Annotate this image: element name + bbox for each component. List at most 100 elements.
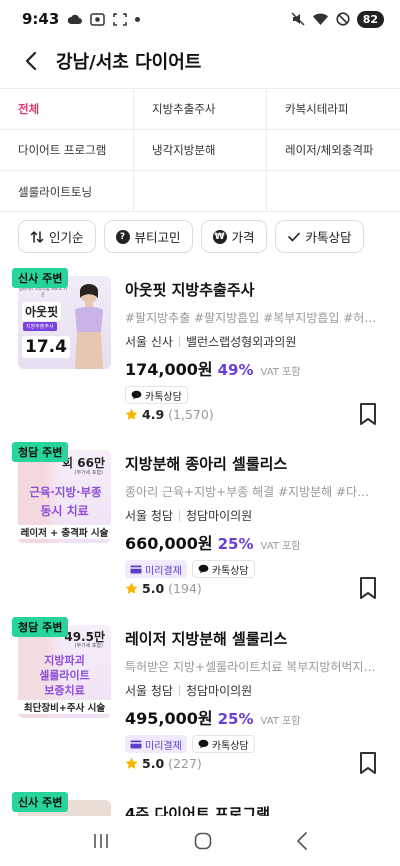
prepay-pill: 미리결제 (125, 735, 187, 753)
pill-row: 카톡상담 (125, 386, 385, 404)
location-badge: 신사 주변 (12, 792, 69, 812)
location-badge: 청담 주변 (12, 442, 69, 462)
kakao-pill-label: 카톡상담 (211, 740, 249, 752)
star-icon (125, 582, 138, 594)
vat-label: VAT 포함 (260, 541, 301, 552)
thumb-line2: 동시 치료 (40, 504, 89, 518)
screenshot-icon (90, 12, 106, 26)
area-label: 서울 신사 (125, 335, 173, 349)
kakao-pill-label: 카톡상담 (145, 391, 182, 403)
check-icon (287, 230, 301, 244)
card-icon (130, 565, 142, 573)
chat-bubble-icon (198, 564, 209, 574)
bookmark-icon[interactable] (358, 751, 378, 775)
mute-icon (291, 12, 305, 26)
category-laser-shockwave[interactable]: 레이저/체외충격파 (267, 130, 400, 171)
filter-bar: 인기순 ? 뷰티고민 ₩ 가격 카톡상담 (18, 220, 364, 253)
chat-bubble-icon (198, 739, 209, 749)
thumb-sub: 지방추출주사 (23, 322, 57, 331)
clinic-name: 밸런스랩성형외과의원 (185, 335, 297, 349)
prepay-pill-label: 미리결제 (145, 565, 182, 577)
category-diet-program[interactable]: 다이어트 프로그램 (0, 130, 134, 171)
product-thumbnail: 회 66만 (부가세 포함) 근육·지방·부종 동시 치료 레이저 + 충격파 … (18, 450, 111, 543)
vat-label: VAT 포함 (260, 367, 301, 378)
category-cryolipolysis[interactable]: 냉각지방분해 (134, 130, 267, 171)
divider (178, 510, 180, 521)
prepay-pill-label: 미리결제 (145, 740, 182, 752)
divider (178, 685, 180, 696)
price-row: 174,000원 49% VAT 포함 (125, 356, 385, 380)
product-name: 레이저 지방분해 셀룰리스 (125, 630, 288, 648)
category-carboxy[interactable]: 카복시테라피 (267, 89, 400, 130)
product-location: 서울 청담 청담마이의원 (125, 507, 385, 524)
prepay-pill: 미리결제 (125, 560, 187, 578)
bookmark-icon[interactable] (358, 402, 378, 426)
filter-price-label: 가격 (231, 230, 255, 245)
product-info: 4주 다이어트 프로그램 (125, 803, 385, 816)
price: 174,000원 (125, 360, 213, 379)
product-location: 서울 신사 밸런스랩성형외과의원 (125, 333, 385, 350)
category-fat-injection[interactable]: 지방추출주사 (134, 89, 267, 130)
filter-price-button[interactable]: ₩ 가격 (200, 220, 267, 253)
filter-kakao-label: 카톡상담 (305, 230, 352, 245)
rating-score: 4.9 (142, 407, 165, 422)
category-grid: 전체 지방추출주사 카복시테라피 다이어트 프로그램 냉각지방분해 레이저/체외… (0, 88, 400, 212)
thumb-price-sub: (부가세 포함) (74, 470, 104, 476)
rating-score: 5.0 (142, 756, 165, 771)
thumb-line4: 최단장비+주사 시술 (18, 700, 111, 714)
status-bar: 9:43 82 (0, 0, 400, 38)
category-all[interactable]: 전체 (0, 89, 134, 130)
filter-kakao-button[interactable]: 카톡상담 (274, 220, 364, 253)
price-row: 660,000원 25% VAT 포함 (125, 530, 385, 554)
discount: 25% (217, 710, 254, 728)
filter-sort-button[interactable]: 인기순 (18, 220, 96, 253)
page-title: 강남/서초 다이어트 (56, 52, 202, 73)
model-figure-icon (75, 284, 103, 369)
bookmark-icon[interactable] (358, 576, 378, 600)
rating: 4.9 (1,570) (125, 407, 214, 422)
notification-dot-icon (135, 16, 141, 22)
product-card[interactable]: 신사 주변 펩타이드 지방추출 세포로 기준 아웃핏 지방추출주사 17.4 아… (0, 268, 400, 438)
product-tags: 특허받은 지방+셀룰라이트치료 복부지방허벅지지방 (125, 660, 380, 674)
rating: 5.0 (227) (125, 756, 202, 771)
product-card[interactable]: 청담 주변 회 66만 (부가세 포함) 근육·지방·부종 동시 치료 레이저 … (0, 442, 400, 612)
price: 495,000원 (125, 709, 213, 728)
card-icon (130, 740, 142, 748)
product-card[interactable]: 청담 주변 49.5만 (부가세 포함) 지방파괴 셀룰라이트 보증치료 최단장… (0, 617, 400, 787)
thumb-line1: 지방파괴 (44, 654, 85, 667)
area-label: 서울 청담 (125, 684, 173, 698)
thumb-line3: 레이저 + 충격파 시술 (18, 525, 111, 539)
discount: 25% (217, 535, 254, 553)
dnd-icon (336, 12, 350, 26)
category-cellulite-toning[interactable]: 셀룰라이트토닝 (0, 171, 134, 212)
area-label: 서울 청담 (125, 509, 173, 523)
discount: 49% (217, 361, 254, 379)
back-nav-icon[interactable] (296, 832, 308, 850)
divider (178, 336, 180, 347)
category-empty (267, 171, 400, 212)
review-count: (194) (168, 581, 202, 596)
price: 660,000원 (125, 534, 213, 553)
star-icon (125, 408, 138, 420)
star-icon (125, 757, 138, 769)
product-name: 지방분해 종아리 셀룰리스 (125, 455, 288, 473)
review-count: (1,570) (168, 407, 214, 422)
question-icon: ? (115, 229, 130, 244)
cloud-icon (68, 14, 83, 24)
thumb-brand: 아웃핏 (22, 302, 62, 321)
product-name: 아웃핏 지방추출주사 (125, 281, 255, 299)
recent-apps-icon[interactable] (92, 833, 110, 849)
won-icon: ₩ (212, 229, 227, 244)
wifi-icon (312, 13, 328, 25)
product-card[interactable]: 신사 주변 4주 다이어트 프로그램 (0, 792, 400, 816)
battery-indicator: 82 (356, 10, 384, 28)
back-button[interactable] (18, 48, 44, 74)
filter-concern-button[interactable]: ? 뷰티고민 (103, 220, 193, 253)
price-row: 495,000원 25% VAT 포함 (125, 705, 385, 729)
thumb-line3: 보증치료 (44, 684, 85, 697)
product-location: 서울 청담 청담마이의원 (125, 682, 385, 699)
kakao-pill-label: 카톡상담 (211, 565, 249, 577)
clinic-name: 청담마이의원 (185, 684, 253, 698)
home-icon[interactable] (194, 832, 212, 850)
rating-score: 5.0 (142, 581, 165, 596)
